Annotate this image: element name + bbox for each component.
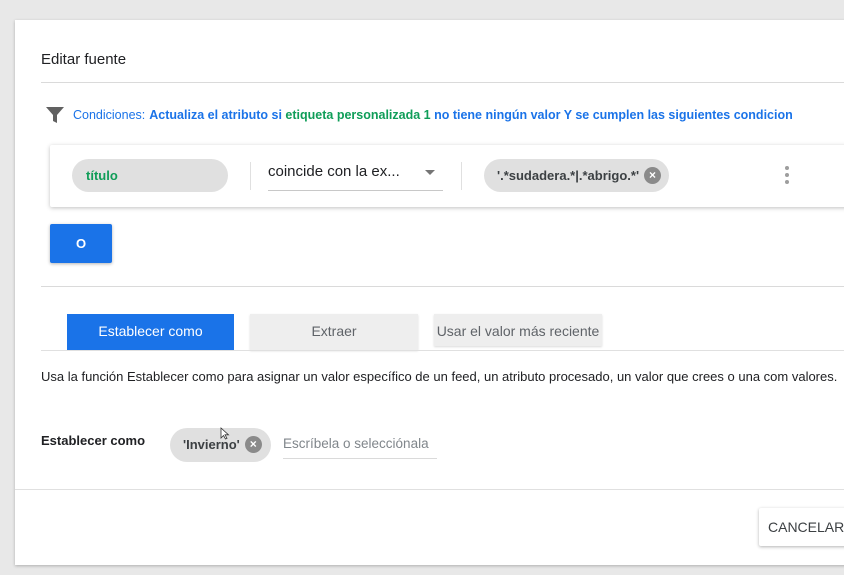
tabs-divider [41, 350, 844, 351]
conditions-text-end: no tiene ningún valor Y se cumplen las s… [434, 108, 793, 122]
set-as-value: 'Invierno' [183, 437, 240, 452]
edit-source-dialog: Editar fuente Condiciones: Actualiza el … [15, 20, 844, 565]
divider [250, 162, 251, 190]
conditions-text-start: Actualiza el atributo si [149, 108, 282, 122]
dialog-title: Editar fuente [41, 51, 127, 68]
conditions-target-attribute: etiqueta personalizada 1 [285, 108, 431, 122]
tab-set-as[interactable]: Establecer como [67, 314, 234, 350]
tab-extract[interactable]: Extraer [250, 314, 418, 350]
conditions-summary: Condiciones: Actualiza el atributo si et… [45, 106, 793, 124]
divider [461, 162, 462, 190]
attribute-select[interactable]: título [72, 159, 228, 192]
set-as-input[interactable] [283, 428, 437, 459]
function-description: Usa la función Establecer como para asig… [41, 369, 838, 384]
section-divider [41, 286, 844, 287]
title-divider [41, 82, 844, 83]
cancel-button[interactable]: CANCELAR [759, 508, 844, 546]
tab-use-latest-value[interactable]: Usar el valor más reciente [434, 314, 602, 346]
remove-chip-icon[interactable]: × [644, 167, 662, 184]
set-as-label: Establecer como [41, 433, 146, 448]
footer-divider [15, 489, 844, 490]
operator-value: coincide con la ex... [268, 163, 400, 180]
filter-icon [46, 107, 64, 123]
condition-row: título coincide con la ex... '.*sudadera… [50, 145, 844, 207]
remove-chip-icon[interactable]: × [244, 436, 262, 453]
operator-dropdown[interactable]: coincide con la ex... [268, 159, 443, 191]
dropdown-arrow-icon [425, 170, 435, 175]
conditions-label: Condiciones: [73, 108, 146, 122]
more-options-icon[interactable] [783, 166, 791, 186]
add-or-condition-button[interactable]: O [50, 224, 112, 263]
condition-value: '.*sudadera.*|.*abrigo.*' [497, 168, 640, 183]
condition-value-chip[interactable]: '.*sudadera.*|.*abrigo.*' × [484, 159, 670, 192]
mouse-cursor-icon [220, 427, 230, 440]
